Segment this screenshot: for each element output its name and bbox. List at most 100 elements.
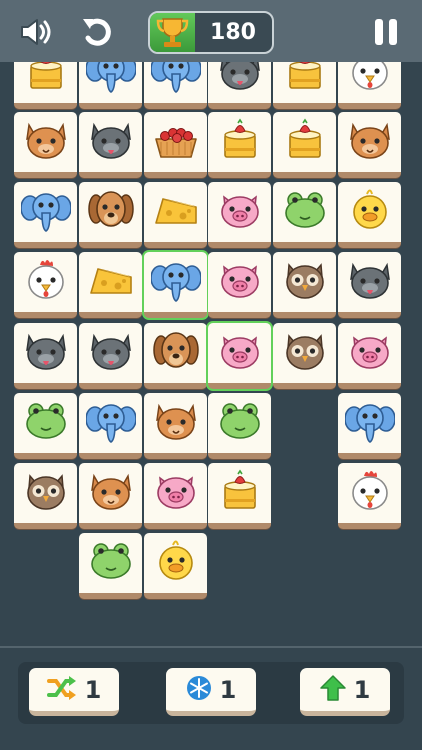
- pig-icon: [215, 255, 265, 309]
- tile-cake[interactable]: [208, 112, 271, 178]
- elephant-icon: [149, 255, 202, 309]
- tile-elephant[interactable]: [338, 393, 401, 459]
- tile-dog[interactable]: [144, 323, 207, 389]
- tile-cake[interactable]: [208, 463, 271, 529]
- tile-chick[interactable]: [144, 533, 207, 599]
- tile-cheese[interactable]: [144, 182, 207, 248]
- tile-gray-cat[interactable]: [14, 323, 77, 389]
- tile-pig[interactable]: [338, 323, 401, 389]
- tile-owl[interactable]: [273, 323, 336, 389]
- pause-icon[interactable]: [366, 12, 406, 52]
- shuffle-icon: [46, 675, 77, 705]
- orange-cat-icon: [86, 466, 136, 520]
- score-value: 180: [210, 20, 256, 45]
- tile-owl[interactable]: [14, 463, 77, 529]
- cake-icon: [215, 115, 265, 169]
- tile-gray-cat[interactable]: [79, 112, 142, 178]
- gray-cat-icon: [21, 326, 71, 380]
- tile-elephant[interactable]: [144, 252, 207, 318]
- tile-chicken[interactable]: [338, 62, 401, 109]
- shuffle-button[interactable]: 1: [29, 668, 119, 716]
- tile-chick[interactable]: [338, 182, 401, 248]
- tile-pig[interactable]: [144, 463, 207, 529]
- pig-icon: [215, 185, 265, 239]
- tile-cake[interactable]: [14, 62, 77, 109]
- orange-cat-icon: [21, 115, 71, 169]
- tile-frog[interactable]: [273, 182, 336, 248]
- orange-cat-icon: [151, 396, 201, 450]
- elephant-icon: [149, 62, 202, 100]
- tile-pig[interactable]: [208, 252, 271, 318]
- freeze-button[interactable]: 1: [166, 668, 256, 716]
- undo-move-button[interactable]: 1: [300, 668, 390, 716]
- owl-icon: [21, 466, 71, 520]
- tile-owl[interactable]: [273, 252, 336, 318]
- tile-elephant[interactable]: [79, 62, 142, 109]
- chick-icon: [151, 536, 201, 590]
- tile-frog[interactable]: [79, 533, 142, 599]
- gray-cat-icon: [215, 62, 265, 100]
- top-bar: 180: [0, 0, 422, 62]
- sound-icon[interactable]: [16, 12, 56, 52]
- tile-cheese[interactable]: [79, 252, 142, 318]
- frog-icon: [21, 396, 71, 450]
- tile-chicken[interactable]: [338, 463, 401, 529]
- tile-orange-cat[interactable]: [14, 112, 77, 178]
- tile-cherry-tart[interactable]: [144, 112, 207, 178]
- shuffle-count: 1: [84, 675, 102, 704]
- gray-cat-icon: [86, 326, 136, 380]
- chick-icon: [345, 185, 395, 239]
- tile-gray-cat[interactable]: [338, 252, 401, 318]
- board-divider: [0, 646, 422, 648]
- tile-gray-cat[interactable]: [208, 62, 271, 109]
- frog-icon: [280, 185, 330, 239]
- tile-cake[interactable]: [273, 62, 336, 109]
- cake-icon: [21, 62, 71, 100]
- cake-icon: [280, 62, 330, 100]
- tile-orange-cat[interactable]: [144, 393, 207, 459]
- elephant-icon: [84, 62, 137, 100]
- cheese-icon: [86, 255, 136, 309]
- elephant-icon: [19, 185, 72, 239]
- elephant-icon: [84, 396, 137, 450]
- tile-elephant[interactable]: [14, 182, 77, 248]
- cherry-tart-icon: [151, 115, 201, 169]
- pig-icon: [151, 466, 201, 520]
- undo-icon[interactable]: [78, 12, 118, 52]
- chicken-icon: [21, 255, 71, 309]
- tile-dog[interactable]: [79, 182, 142, 248]
- cheese-icon: [151, 185, 201, 239]
- dog-icon: [151, 326, 201, 380]
- dog-icon: [86, 185, 136, 239]
- tile-gray-cat[interactable]: [79, 323, 142, 389]
- tile-frog[interactable]: [14, 393, 77, 459]
- tile-cake[interactable]: [273, 112, 336, 178]
- owl-icon: [280, 255, 330, 309]
- tile-elephant[interactable]: [79, 393, 142, 459]
- freeze-count: 1: [219, 675, 237, 704]
- snowflake-icon: [186, 675, 212, 705]
- owl-icon: [280, 326, 330, 380]
- pig-icon: [215, 326, 265, 380]
- tile-orange-cat[interactable]: [338, 112, 401, 178]
- tile-pig[interactable]: [208, 323, 271, 389]
- pig-icon: [345, 326, 395, 380]
- frog-icon: [215, 396, 265, 450]
- orange-cat-icon: [345, 115, 395, 169]
- tile-frog[interactable]: [208, 393, 271, 459]
- score-panel: 180: [148, 11, 274, 54]
- tile-board: [0, 62, 422, 650]
- chicken-icon: [345, 62, 395, 100]
- undo-move-count: 1: [353, 675, 371, 704]
- cake-icon: [280, 115, 330, 169]
- tile-orange-cat[interactable]: [79, 463, 142, 529]
- cake-icon: [215, 466, 265, 520]
- chicken-icon: [345, 466, 395, 520]
- arrow-up-icon: [319, 674, 346, 706]
- gray-cat-icon: [345, 255, 395, 309]
- tile-chicken[interactable]: [14, 252, 77, 318]
- tile-pig[interactable]: [208, 182, 271, 248]
- trophy-icon: [150, 13, 195, 52]
- elephant-icon: [343, 396, 396, 450]
- tile-elephant[interactable]: [144, 62, 207, 109]
